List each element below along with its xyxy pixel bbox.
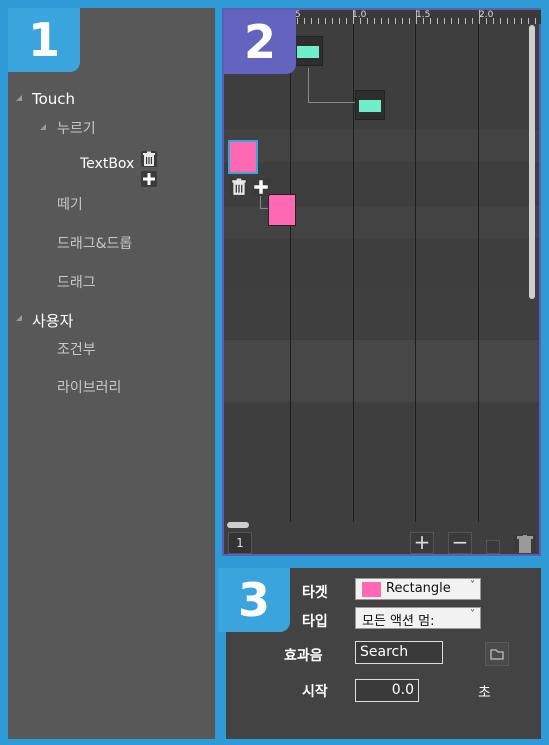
timeline-row-band [224,130,539,162]
seconds-unit-label: 초 [478,685,491,701]
chevron-down-icon: ˅ [470,609,475,620]
expand-triangle-icon[interactable] [40,124,46,130]
ruler-tick [500,18,501,24]
page-number-field[interactable]: 1 [228,532,252,554]
tree-item-label: 사용자 [32,312,74,330]
ruler-tick [416,10,417,24]
ruler-tick [297,18,298,24]
tree-item-label: 드래그&드롭 [57,236,133,252]
type-dropdown[interactable]: 모든 액션 멈: ˅ [355,607,481,629]
ruler-tick [514,18,515,24]
connector-line [260,196,261,208]
ruler-tick [437,18,438,24]
target-rectangle-block[interactable] [228,140,258,174]
add-icon[interactable] [141,171,157,187]
event-tree-panel: 1 Touch 누르기 TextBox 떼기 드래그&드롭 드래그 사용자 조건… [8,8,215,739]
ruler-tick [465,18,466,24]
type-label: 타입 [302,614,328,630]
timeline-gridline [290,24,291,522]
ruler-tick [430,18,431,24]
ruler-tick [339,18,340,24]
timeline-panel[interactable]: .5 1.0 1.5 2.0 1 + − 2 [222,8,541,556]
trash-icon[interactable] [230,178,248,196]
keyframe-fill [297,46,319,58]
tree-item-label: Touch [32,90,76,108]
panel-number-badge-3: 3 [218,568,290,632]
tree-item-label: 라이브러리 [57,380,122,396]
connector-line [308,102,356,103]
horizontal-scrollbar[interactable] [227,522,249,528]
tree-item-label: 조건부 [57,342,96,358]
ruler-tick [374,18,375,24]
ruler-tick [521,18,522,24]
ruler-tick [486,18,487,24]
timeline-gridline [353,24,354,522]
time-ruler[interactable]: .5 1.0 1.5 2.0 [290,10,541,24]
connector-line [308,68,309,102]
target-rectangle-block[interactable] [268,194,296,226]
ruler-tick [472,18,473,24]
ruler-tick [451,18,452,24]
ruler-tick [528,18,529,24]
ruler-tick [381,18,382,24]
snap-checkbox[interactable] [486,540,500,554]
ruler-tick [402,18,403,24]
zoom-in-button[interactable]: + [410,532,434,554]
zoom-out-button[interactable]: − [448,532,472,554]
target-value: Rectangle [386,581,451,596]
ruler-tick [479,10,480,24]
tree-item-label: TextBox [80,156,135,172]
ruler-tick [507,18,508,24]
timeline-gridline [478,24,479,522]
add-icon[interactable] [252,178,270,196]
ruler-tick [353,10,354,24]
ruler-tick [423,18,424,24]
ruler-tick [304,18,305,24]
trash-icon[interactable] [141,151,157,167]
sound-label: 효과음 [284,648,323,664]
ruler-tick [367,18,368,24]
target-label: 타겟 [302,585,328,601]
tree-item-label: 떼기 [57,197,83,213]
ruler-tick [535,18,536,24]
ruler-tick [409,18,410,24]
target-dropdown[interactable]: Rectangle ˅ [355,578,481,600]
tree-item-label: 누르기 [57,121,96,137]
ruler-tick [311,18,312,24]
keyframe-block[interactable] [355,90,385,120]
ruler-tick [444,18,445,24]
keyframe-block[interactable] [293,36,323,66]
keyframe-fill [359,100,381,112]
ruler-tick [360,18,361,24]
rectangle-swatch-icon [362,582,381,597]
start-time-field[interactable]: 0.0 [355,679,419,702]
ruler-tick [458,18,459,24]
ruler-tick [325,18,326,24]
ruler-tick [318,18,319,24]
expand-triangle-icon[interactable] [16,315,22,321]
panel-number-badge-1: 1 [8,8,80,72]
sound-field[interactable]: Search [355,641,443,664]
chevron-down-icon: ˅ [470,580,475,591]
tree-item-label: 드래그 [57,275,96,291]
ruler-tick [388,18,389,24]
vertical-scrollbar[interactable] [529,25,535,299]
properties-panel: 3 타겟 Rectangle ˅ 타입 모든 액션 멈: ˅ 효과음 Searc… [218,568,541,739]
start-label: 시작 [302,684,328,700]
ruler-tick [346,18,347,24]
ruler-tick [493,18,494,24]
timeline-gridline [415,24,416,522]
timeline-row-band [224,288,539,338]
panel-number-badge-2: 2 [224,10,296,74]
timeline-row-band [224,340,539,402]
ruler-tick [332,18,333,24]
delete-trash-icon[interactable] [514,535,536,553]
folder-icon[interactable] [485,642,509,666]
ruler-tick [395,18,396,24]
type-value: 모든 액션 멈: [362,614,435,629]
expand-triangle-icon[interactable] [16,95,22,101]
